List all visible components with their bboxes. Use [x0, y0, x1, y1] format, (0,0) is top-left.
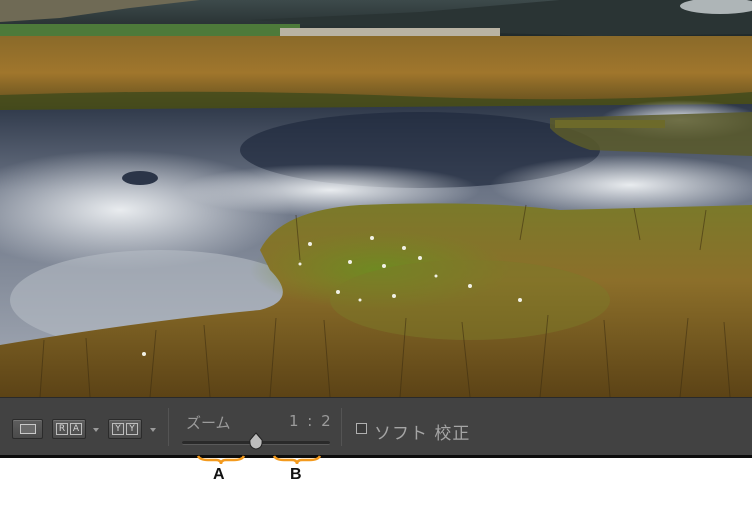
- survey-view-icon: Y Y: [112, 423, 138, 435]
- zoom-ratio: 1 : 2: [289, 412, 333, 430]
- loupe-view-button[interactable]: [12, 419, 43, 439]
- compare-view-icon: R A: [56, 423, 82, 435]
- compare-view-button[interactable]: R A: [52, 419, 86, 439]
- soft-proof-label: ソフト 校正: [374, 424, 471, 444]
- view-toolbar: R A Y Y ズーム 1 : 2 ソフト 校正: [0, 397, 752, 458]
- soft-proof-checkbox[interactable]: [356, 423, 367, 434]
- landscape-photo: [0, 0, 752, 397]
- compare-left-glyph: R: [56, 423, 68, 435]
- zoom-label: ズーム: [186, 414, 231, 432]
- survey-view-button[interactable]: Y Y: [108, 419, 142, 439]
- photo-canvas: [0, 0, 752, 397]
- loupe-view-icon: [20, 424, 36, 434]
- zoom-slider-thumb[interactable]: [248, 432, 264, 450]
- callout-a: A: [213, 466, 225, 483]
- compare-right-glyph: A: [70, 423, 82, 435]
- chevron-down-icon[interactable]: [93, 428, 99, 432]
- callout-b: B: [290, 466, 302, 483]
- chevron-down-icon[interactable]: [150, 428, 156, 432]
- bracket-b: [272, 455, 322, 465]
- toolbar-divider: [168, 408, 169, 446]
- survey-left-glyph: Y: [112, 423, 124, 435]
- bracket-a: [196, 455, 246, 465]
- toolbar-divider: [341, 408, 342, 446]
- survey-right-glyph: Y: [126, 423, 138, 435]
